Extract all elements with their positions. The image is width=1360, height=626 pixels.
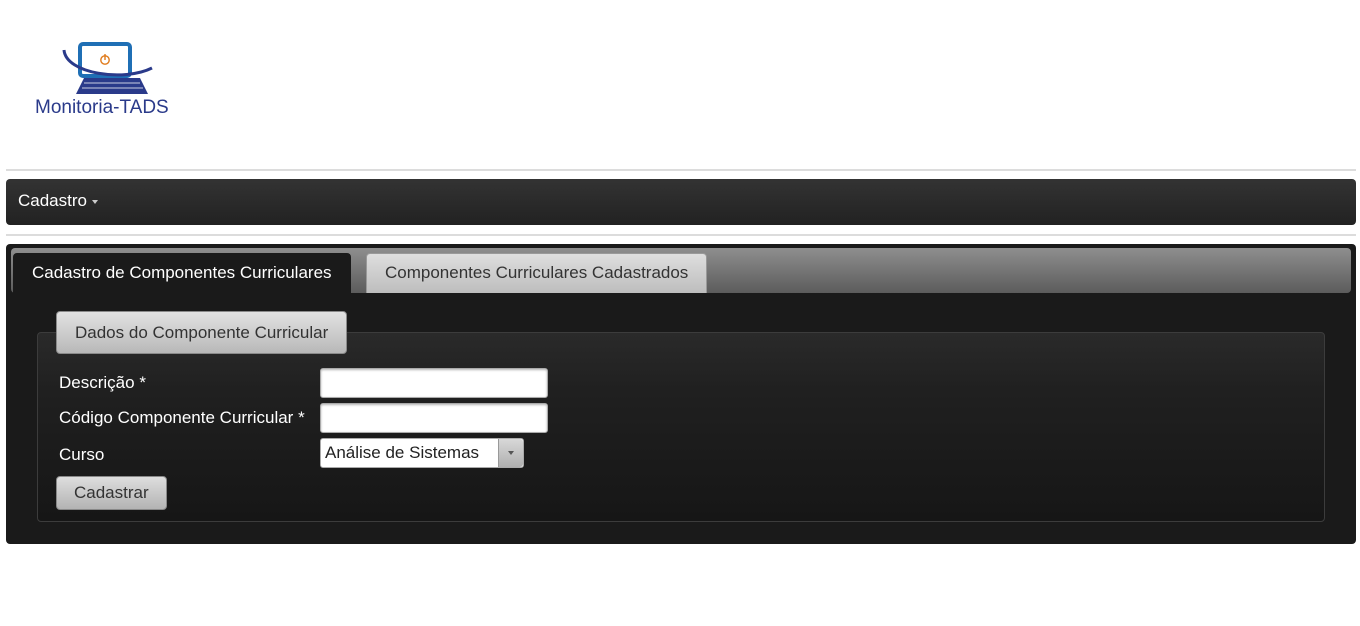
- curso-select[interactable]: Análise de Sistemas: [320, 438, 524, 468]
- required-mark: *: [298, 408, 305, 427]
- chevron-down-icon: [91, 199, 98, 204]
- curso-selected-value: Análise de Sistemas: [325, 443, 480, 462]
- required-mark: *: [139, 373, 146, 392]
- divider-top: [6, 169, 1356, 171]
- menubar: Cadastro: [6, 179, 1356, 225]
- tab-strip: Cadastro de Componentes Curriculares Com…: [11, 248, 1351, 293]
- logo[interactable]: Monitoria-TADS: [34, 40, 194, 124]
- curso-label: Curso: [59, 445, 105, 464]
- laptop-power-icon: [62, 42, 153, 94]
- divider-bottom: [6, 234, 1356, 236]
- curso-select-trigger[interactable]: [498, 439, 523, 467]
- menu-cadastro-label: Cadastro: [18, 191, 87, 210]
- descricao-input[interactable]: [320, 368, 548, 398]
- descricao-label: Descrição *: [59, 373, 146, 393]
- codigo-input[interactable]: [320, 403, 548, 433]
- codigo-label-text: Código Componente Curricular: [59, 408, 294, 427]
- cadastrar-button[interactable]: Cadastrar: [56, 476, 167, 510]
- logo-text: Monitoria-TADS: [35, 97, 169, 118]
- descricao-label-text: Descrição: [59, 373, 135, 392]
- tab-componentes-cadastrados[interactable]: Componentes Curriculares Cadastrados: [366, 253, 708, 293]
- triangle-down-icon: [508, 451, 514, 455]
- tabview: Cadastro de Componentes Curriculares Com…: [6, 244, 1356, 544]
- header: Monitoria-TADS: [0, 0, 1360, 170]
- tab-cadastro-componentes[interactable]: Cadastro de Componentes Curriculares: [13, 253, 351, 293]
- menu-cadastro[interactable]: Cadastro: [18, 191, 98, 211]
- fieldset-legend-toggle[interactable]: Dados do Componente Curricular: [56, 311, 348, 354]
- codigo-label: Código Componente Curricular *: [59, 408, 305, 428]
